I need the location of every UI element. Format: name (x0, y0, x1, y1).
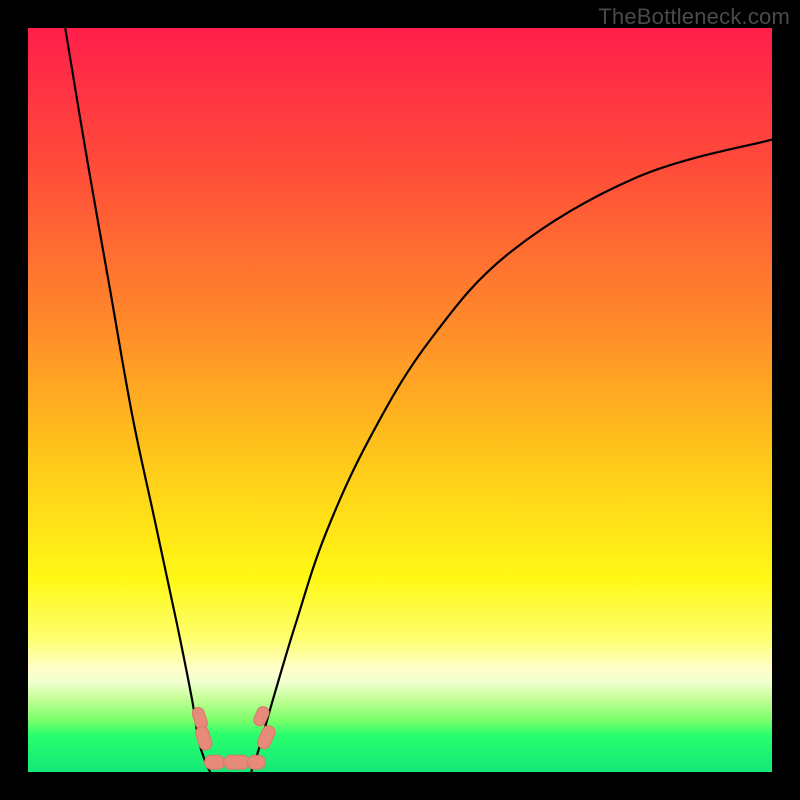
watermark-text: TheBottleneck.com (598, 4, 790, 30)
bottleneck-chart (0, 0, 800, 800)
gradient-panel (28, 28, 772, 772)
